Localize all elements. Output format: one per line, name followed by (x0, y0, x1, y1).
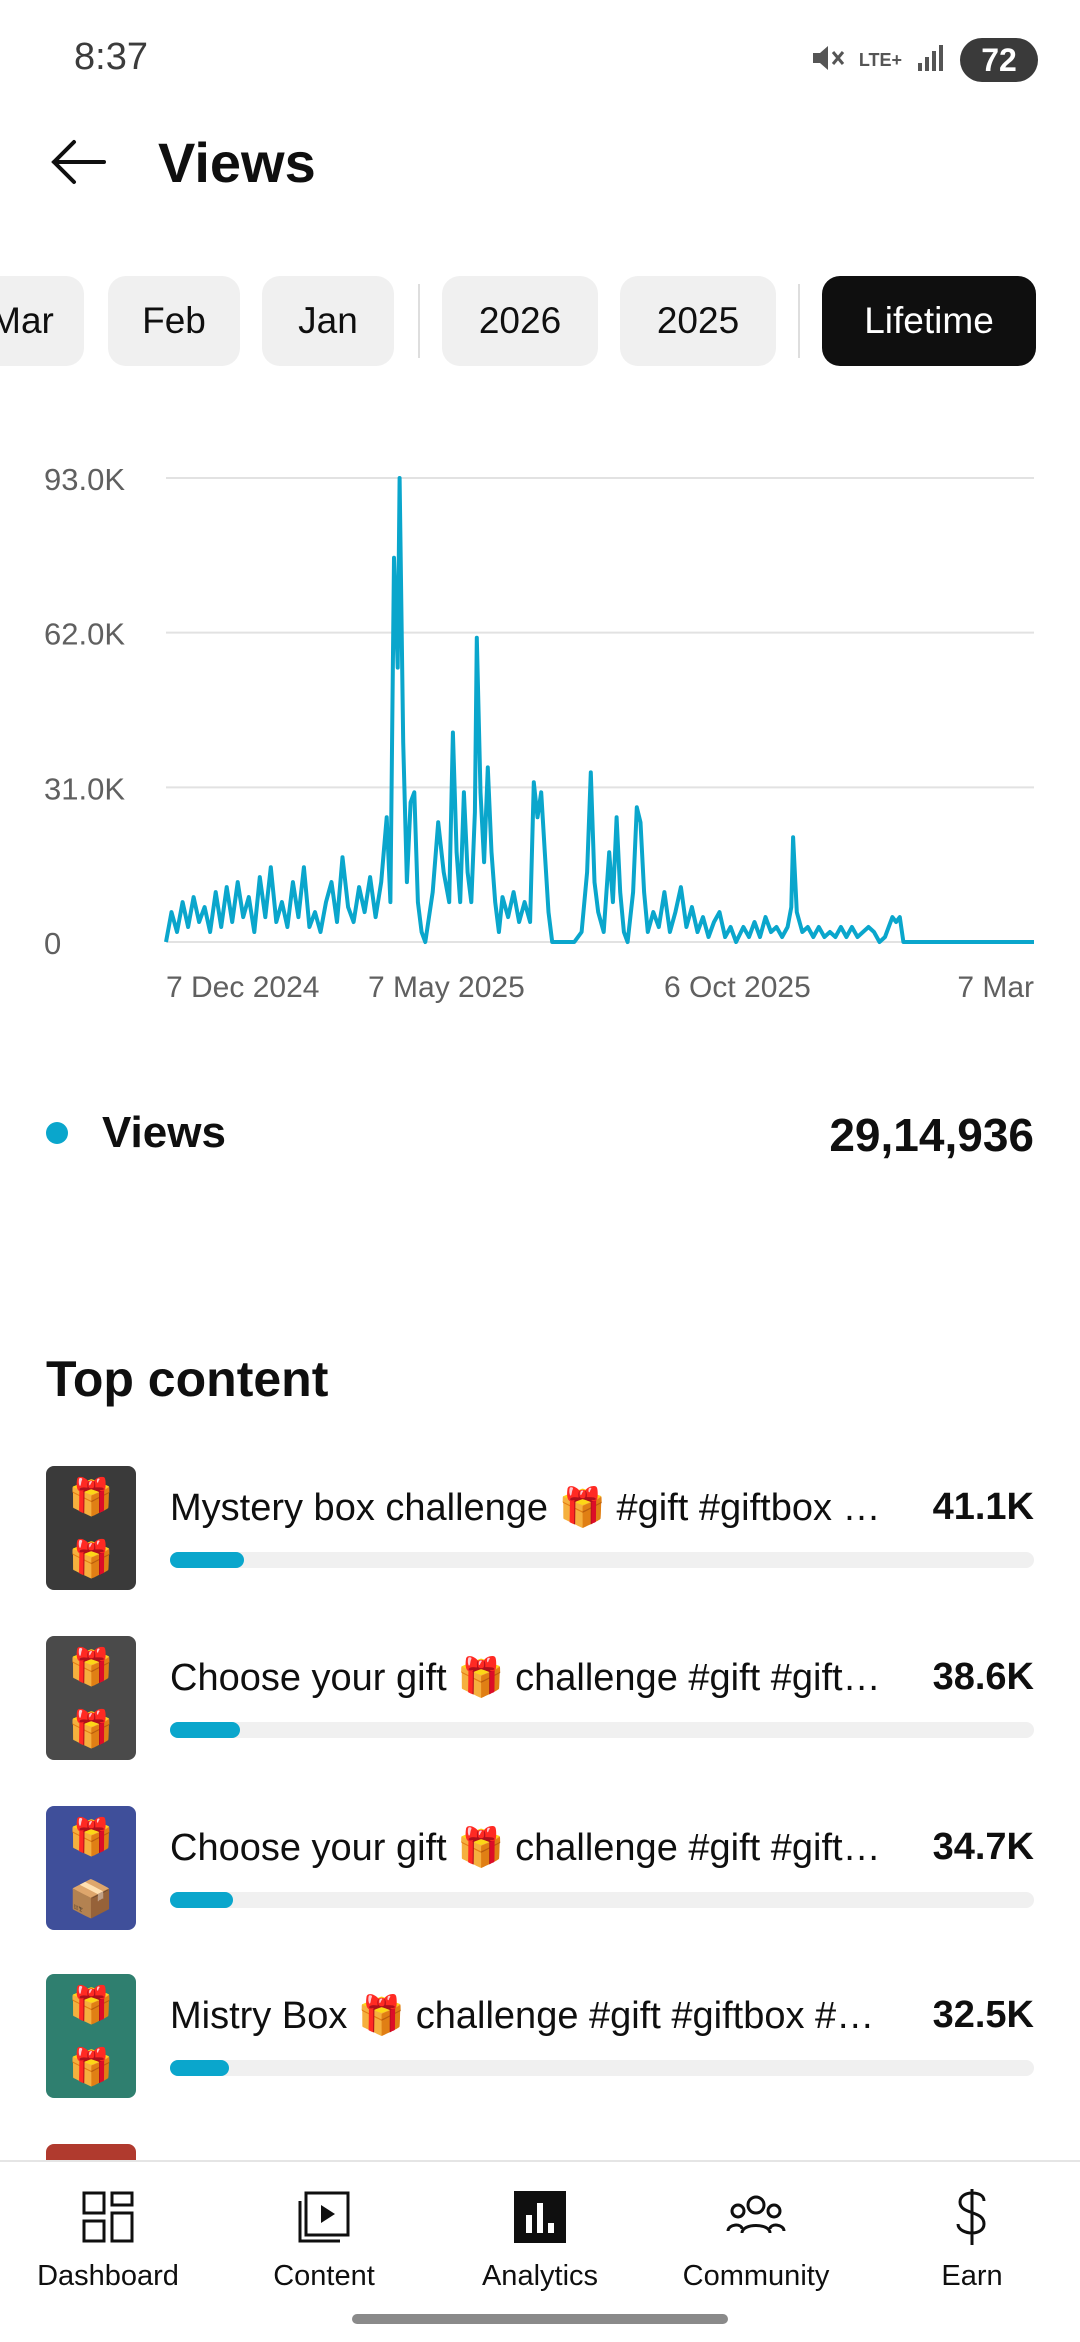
views-share-fill (170, 1722, 240, 1738)
analytics-icon (432, 2182, 648, 2252)
gift-icon: 🎁 (68, 1708, 114, 1749)
gift-box-icon: 🎁 (68, 1816, 114, 1857)
chip-mar[interactable]: Mar (0, 276, 84, 366)
video-thumbnail: 🎁 🎁 (46, 1974, 136, 2098)
y-tick-label: 93.0K (44, 462, 125, 497)
top-content-item[interactable]: 🎁 🎁 Choose your gift 🎁 challenge #gift #… (0, 1636, 1080, 1766)
nav-label: Content (273, 2260, 375, 2292)
earn-icon (864, 2182, 1080, 2252)
top-content-item[interactable]: 🎁 📦 Choose your gift 🎁 challenge #gift #… (0, 1806, 1080, 1936)
chip-divider (798, 284, 800, 358)
nav-label: Analytics (481, 2260, 599, 2292)
content-icon (216, 2182, 432, 2252)
views-share-bar (170, 1552, 1034, 1568)
gift-icon: 🎁 (68, 1476, 114, 1517)
top-content-title: Top content (46, 1351, 329, 1407)
video-title: Mystery box challenge 🎁 #gift #giftbox #… (170, 1487, 890, 1529)
x-tick-label: 7 May 2025 (368, 971, 525, 1004)
video-thumbnail: 🎁 🎁 (46, 1636, 136, 1760)
y-tick-label: 62.0K (44, 617, 125, 652)
video-views: 41.1K (932, 1486, 1034, 1528)
dashboard-icon (0, 2182, 216, 2252)
page-title: Views (158, 131, 316, 194)
period-chips: Mar Feb Jan 2026 2025 Lifetime (0, 276, 1080, 368)
views-total: 29,14,936 (829, 1109, 1034, 1161)
x-tick-label: 7 Mar (957, 971, 1034, 1004)
views-legend-label: Views (102, 1108, 226, 1157)
video-title: Choose your gift 🎁 challenge #gift #gift… (170, 1657, 890, 1699)
nav-dashboard[interactable]: Dashboard (0, 2182, 216, 2293)
views-series-line (164, 476, 1034, 944)
views-legend-dot (46, 1122, 68, 1144)
status-time: 8:37 (74, 36, 148, 78)
views-share-bar (170, 1892, 1034, 1908)
chip-lifetime[interactable]: Lifetime (822, 276, 1036, 366)
status-icons: LTE+ 72 (809, 38, 1038, 82)
gift-icon: 🎁 (68, 2046, 114, 2087)
x-tick-label: 6 Oct 2025 (664, 971, 811, 1004)
chip-divider (418, 284, 420, 358)
top-content-item[interactable]: 🎁 🎁 Mystery box challenge 🎁 #gift #giftb… (0, 1466, 1080, 1596)
nav-label: Dashboard (37, 2260, 179, 2292)
video-views: 34.7K (932, 1826, 1034, 1868)
nav-label: Community (682, 2260, 830, 2292)
nav-analytics[interactable]: Analytics (432, 2182, 648, 2293)
nav-label: Earn (941, 2260, 1003, 2292)
views-share-fill (170, 1892, 234, 1908)
y-tick-label: 0 (44, 926, 61, 961)
gift-icon: 🎁 (68, 1538, 114, 1579)
signal-icon (916, 43, 946, 78)
back-arrow-icon (51, 140, 106, 184)
top-content-item[interactable]: 🎁 🎁 Mistry Box 🎁 challenge #gift #giftbo… (0, 1974, 1080, 2104)
gift-icon: 🎁 (68, 1984, 114, 2025)
views-share-bar (170, 2060, 1034, 2076)
battery-indicator: 72 (960, 38, 1038, 82)
nav-content[interactable]: Content (216, 2182, 432, 2293)
nav-earn[interactable]: Earn (864, 2182, 1080, 2293)
y-tick-label: 31.0K (44, 771, 125, 806)
video-title: Choose your gift 🎁 challenge #gift #gift… (170, 1827, 890, 1869)
views-share-bar (170, 1722, 1034, 1738)
video-thumbnail: 🎁 📦 (46, 1806, 136, 1930)
views-share-fill (170, 1552, 245, 1568)
video-views: 38.6K (932, 1656, 1034, 1698)
chip-2025[interactable]: 2025 (620, 276, 776, 366)
chip-2026[interactable]: 2026 (442, 276, 598, 366)
community-icon (648, 2182, 864, 2252)
network-label: LTE+ (858, 50, 902, 70)
video-views: 32.5K (932, 1994, 1034, 2036)
views-chart: 0 31.0K 62.0K 93.0K 7 Dec 2024 7 May 2025 6 Oc… (44, 462, 1034, 1004)
gesture-home-bar[interactable] (352, 2314, 728, 2324)
back-button[interactable] (40, 120, 116, 204)
mute-icon (809, 40, 845, 81)
views-share-fill (170, 2060, 229, 2076)
gift-icon: 🎁 (68, 1646, 114, 1687)
gift-box-icon: 📦 (68, 1878, 114, 1919)
video-title: Mistry Box 🎁 challenge #gift #giftbox #c… (170, 1995, 890, 2037)
chip-feb[interactable]: Feb (108, 276, 240, 366)
x-tick-label: 7 Dec 2024 (166, 971, 319, 1004)
nav-community[interactable]: Community (648, 2182, 864, 2293)
video-thumbnail: 🎁 🎁 (46, 1466, 136, 1590)
chip-jan[interactable]: Jan (262, 276, 394, 366)
